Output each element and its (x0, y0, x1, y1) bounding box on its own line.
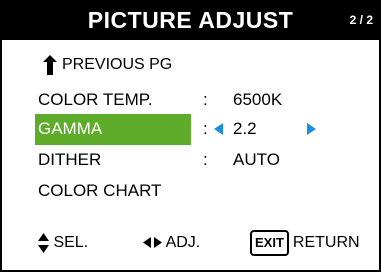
up-arrow-icon (43, 55, 57, 75)
previous-page-label: PREVIOUS PG (62, 56, 173, 73)
title-bar: PICTURE ADJUST 2 / 2 (0, 0, 381, 40)
menu-item-label: GAMMA (38, 119, 103, 138)
menu-item-label: COLOR TEMP. (38, 90, 153, 109)
menu-item-value: AUTO (233, 150, 280, 169)
menu-item-value: 6500K (233, 90, 283, 109)
return-hint-label: RETURN (292, 234, 360, 251)
menu-item-label: COLOR CHART (38, 181, 162, 200)
left-triangle-icon[interactable] (214, 123, 223, 135)
exit-key-icon: EXIT (250, 229, 289, 256)
left-right-arrow-icon (143, 237, 162, 249)
select-hint-label: SEL. (53, 234, 89, 251)
adjust-hint-label: ADJ. (165, 234, 201, 251)
footer-select-hint: SEL. (38, 229, 88, 257)
footer-return-hint: EXIT RETURN (250, 229, 360, 257)
menu-title: PICTURE ADJUST (87, 7, 294, 33)
menu-item-colon: : (203, 90, 208, 109)
page-indicator: 2 / 2 (349, 13, 373, 27)
previous-page-item[interactable]: PREVIOUS PG (43, 51, 173, 79)
footer-adjust-hint: ADJ. (143, 229, 200, 257)
right-triangle-icon[interactable] (307, 123, 316, 135)
menu-item-colon: : (203, 119, 208, 138)
menu-item-colon: : (203, 150, 208, 169)
menu-item-label: DITHER (38, 150, 102, 169)
menu-item-value: 2.2 (233, 119, 257, 138)
up-down-arrow-icon (38, 232, 49, 253)
